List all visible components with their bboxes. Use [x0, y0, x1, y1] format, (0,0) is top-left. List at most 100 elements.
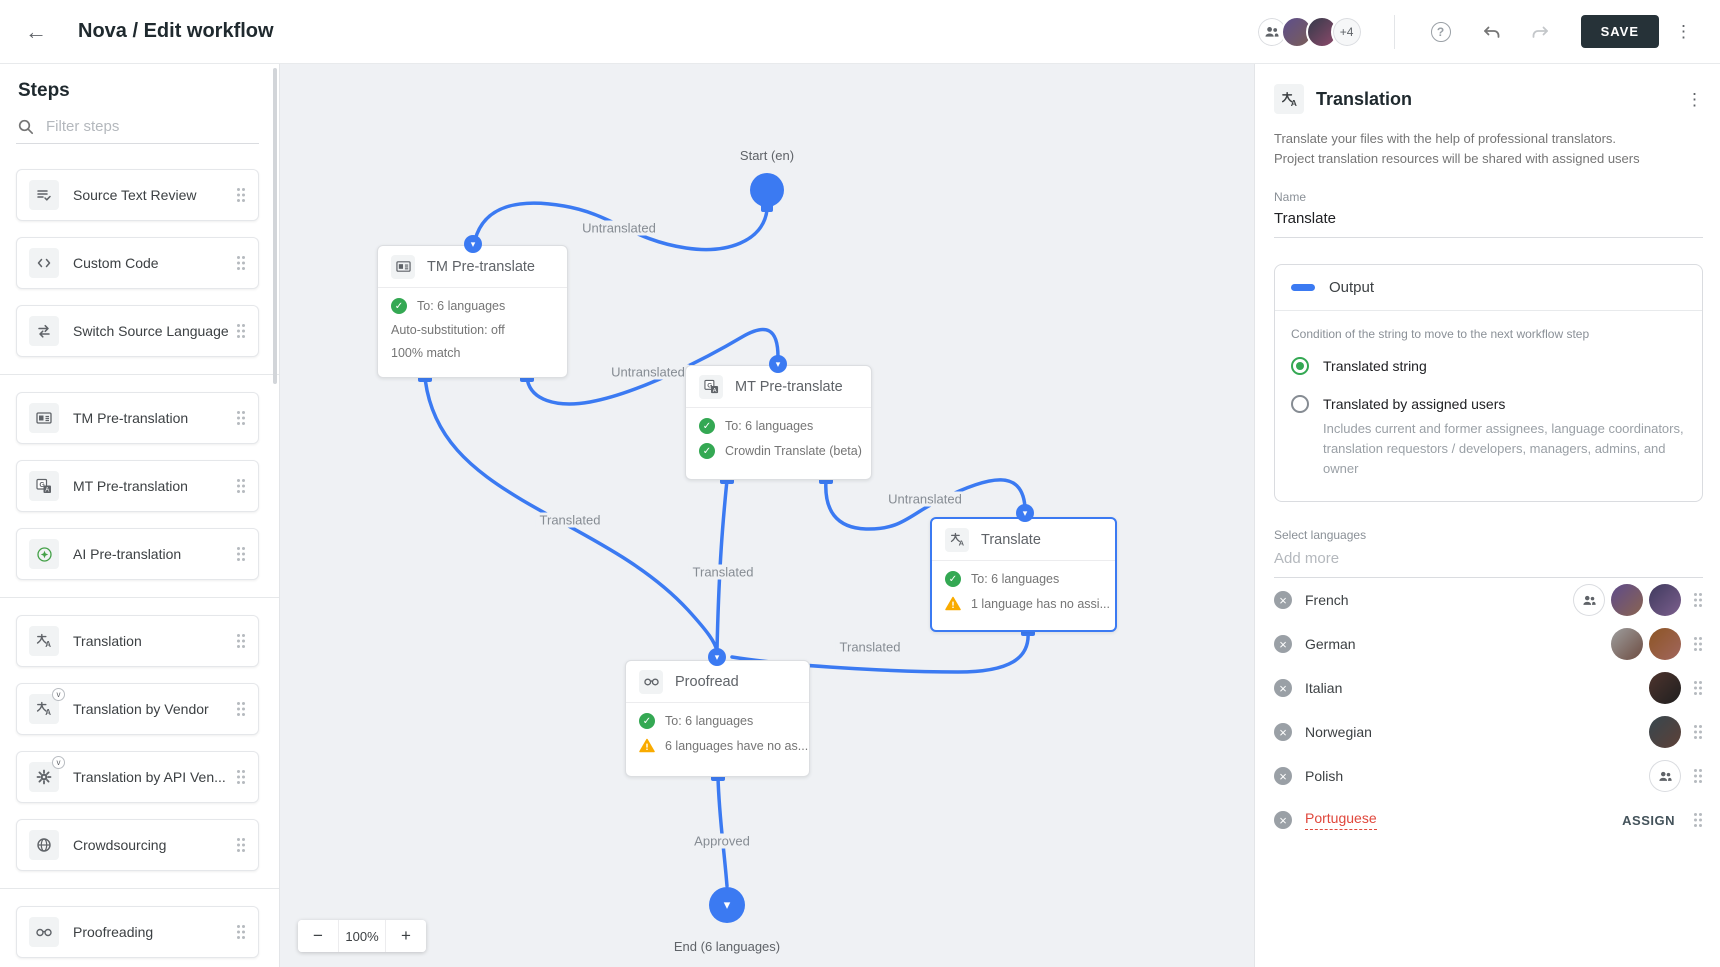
- overflow-menu-button[interactable]: ⋮: [1675, 23, 1692, 40]
- glasses-icon: [639, 670, 663, 694]
- sidebar-step-translation-by-vendor[interactable]: A v Translation by Vendor: [16, 683, 259, 735]
- drag-handle-icon[interactable]: [1693, 812, 1703, 828]
- drag-handle-icon[interactable]: [1693, 592, 1703, 608]
- workflow-canvas[interactable]: Start (en) Untranslated Untranslated Unt…: [280, 64, 1254, 967]
- page-title: Nova / Edit workflow: [78, 20, 274, 43]
- sidebar-step-proofreading[interactable]: Proofreading: [16, 906, 259, 958]
- drag-handle-icon[interactable]: [236, 410, 246, 426]
- remove-language-icon[interactable]: ×: [1274, 767, 1292, 785]
- remove-language-icon[interactable]: ×: [1274, 591, 1292, 609]
- drag-handle-icon[interactable]: [236, 255, 246, 271]
- group-divider: [0, 888, 279, 889]
- collaborator-avatars[interactable]: +4: [1256, 16, 1356, 48]
- radio-selected-icon[interactable]: [1291, 357, 1309, 375]
- drag-handle-icon[interactable]: [236, 769, 246, 785]
- filter-steps-input[interactable]: [46, 118, 226, 135]
- drag-handle-icon[interactable]: [236, 323, 246, 339]
- edge-label: Translated: [536, 513, 605, 528]
- assignee-group-avatar[interactable]: [1573, 584, 1605, 616]
- sidebar-step-crowdsourcing[interactable]: Crowdsourcing: [16, 819, 259, 871]
- remove-language-icon[interactable]: ×: [1274, 679, 1292, 697]
- sidebar-step-mt-pretranslation[interactable]: GA MT Pre-translation: [16, 460, 259, 512]
- drag-handle-icon[interactable]: [236, 478, 246, 494]
- radio-unselected-icon[interactable]: [1291, 395, 1309, 413]
- gear-icon: v: [29, 762, 59, 792]
- redo-button[interactable]: [1527, 18, 1555, 46]
- chevron-down-icon: ▾: [471, 239, 476, 250]
- node-title: Proofread: [675, 674, 739, 690]
- node-translate[interactable]: A Translate ✓To: 6 languages 1 language …: [930, 517, 1117, 632]
- start-node[interactable]: [750, 173, 784, 207]
- remove-language-icon[interactable]: ×: [1274, 723, 1292, 741]
- assignee-avatar[interactable]: [1649, 716, 1681, 748]
- translation-memory-icon: [391, 255, 415, 279]
- radio-translated-by-assigned-users[interactable]: Translated by assigned users: [1291, 395, 1686, 413]
- sidebar-scrollbar[interactable]: [273, 68, 277, 384]
- back-button[interactable]: ←: [20, 16, 52, 48]
- sidebar-step-source-text-review[interactable]: Source Text Review: [16, 169, 259, 221]
- node-header: A Translate: [932, 519, 1115, 561]
- check-icon: ✓: [945, 571, 961, 587]
- name-field-input[interactable]: Translate: [1274, 210, 1703, 238]
- node-mt-pretranslate[interactable]: GA MT Pre-translate ✓To: 6 languages ✓Cr…: [685, 365, 872, 480]
- sidebar-step-tm-pretranslation[interactable]: TM Pre-translation: [16, 392, 259, 444]
- filter-steps-field[interactable]: [16, 118, 259, 144]
- assignee-avatar[interactable]: [1611, 628, 1643, 660]
- ai-sparkle-icon: [29, 539, 59, 569]
- add-language-input[interactable]: [1274, 542, 1703, 578]
- drag-handle-icon[interactable]: [236, 701, 246, 717]
- node-input-port[interactable]: ▾: [708, 648, 726, 666]
- node-title: TM Pre-translate: [427, 259, 535, 275]
- sidebar-step-ai-pretranslation[interactable]: AI Pre-translation: [16, 528, 259, 580]
- assignee-avatar[interactable]: [1649, 672, 1681, 704]
- panel-title: Translation: [1316, 89, 1412, 110]
- assignee-avatar[interactable]: [1611, 584, 1643, 616]
- node-proofread[interactable]: Proofread ✓To: 6 languages 6 languages h…: [625, 660, 810, 777]
- edge-label: Untranslated: [884, 492, 966, 507]
- language-name: German: [1305, 636, 1356, 652]
- drag-handle-icon[interactable]: [236, 187, 246, 203]
- node-detail: To: 6 languages: [665, 714, 753, 728]
- language-row-french: × French: [1274, 578, 1703, 622]
- sidebar-step-switch-source-language[interactable]: Switch Source Language: [16, 305, 259, 357]
- node-tm-pretranslate[interactable]: TM Pre-translate ✓To: 6 languages Auto-s…: [377, 245, 568, 378]
- sidebar-step-custom-code[interactable]: Custom Code: [16, 237, 259, 289]
- assignee-avatar[interactable]: [1649, 584, 1681, 616]
- node-input-port[interactable]: ▾: [464, 235, 482, 253]
- help-button[interactable]: ?: [1427, 18, 1455, 46]
- assignee-group-avatar[interactable]: [1649, 760, 1681, 792]
- drag-handle-icon[interactable]: [236, 546, 246, 562]
- node-input-port[interactable]: ▾: [769, 355, 787, 373]
- sidebar-step-translation[interactable]: A Translation: [16, 615, 259, 667]
- node-input-port[interactable]: ▾: [1016, 504, 1034, 522]
- remove-language-icon[interactable]: ×: [1274, 811, 1292, 829]
- drag-handle-icon[interactable]: [1693, 768, 1703, 784]
- drag-handle-icon[interactable]: [1693, 724, 1703, 740]
- more-collaborators-badge[interactable]: +4: [1331, 16, 1363, 48]
- undo-button[interactable]: [1477, 18, 1505, 46]
- step-options-button[interactable]: ⋮: [1686, 91, 1703, 108]
- drag-handle-icon[interactable]: [236, 837, 246, 853]
- remove-language-icon[interactable]: ×: [1274, 635, 1292, 653]
- end-node[interactable]: ▾: [709, 887, 745, 923]
- sidebar-step-translation-by-api-vendor[interactable]: v Translation by API Ven...: [16, 751, 259, 803]
- output-heading: Output: [1329, 279, 1374, 296]
- drag-handle-icon[interactable]: [236, 924, 246, 940]
- edge-label: Translated: [836, 640, 905, 655]
- drag-handle-icon[interactable]: [1693, 680, 1703, 696]
- drag-handle-icon[interactable]: [1693, 636, 1703, 652]
- save-button[interactable]: SAVE: [1581, 15, 1659, 48]
- search-icon: [18, 119, 34, 135]
- vendor-badge: v: [52, 756, 65, 769]
- assign-button[interactable]: ASSIGN: [1622, 813, 1675, 828]
- panel-description-line: Translate your files with the help of pr…: [1274, 129, 1703, 149]
- step-label: Switch Source Language: [73, 323, 229, 339]
- assignee-avatar[interactable]: [1649, 628, 1681, 660]
- svg-text:A: A: [45, 640, 51, 649]
- check-icon: ✓: [639, 713, 655, 729]
- zoom-out-button[interactable]: −: [298, 920, 338, 952]
- edge-label: Untranslated: [578, 221, 660, 236]
- radio-translated-string[interactable]: Translated string: [1291, 357, 1686, 375]
- zoom-in-button[interactable]: +: [386, 920, 426, 952]
- drag-handle-icon[interactable]: [236, 633, 246, 649]
